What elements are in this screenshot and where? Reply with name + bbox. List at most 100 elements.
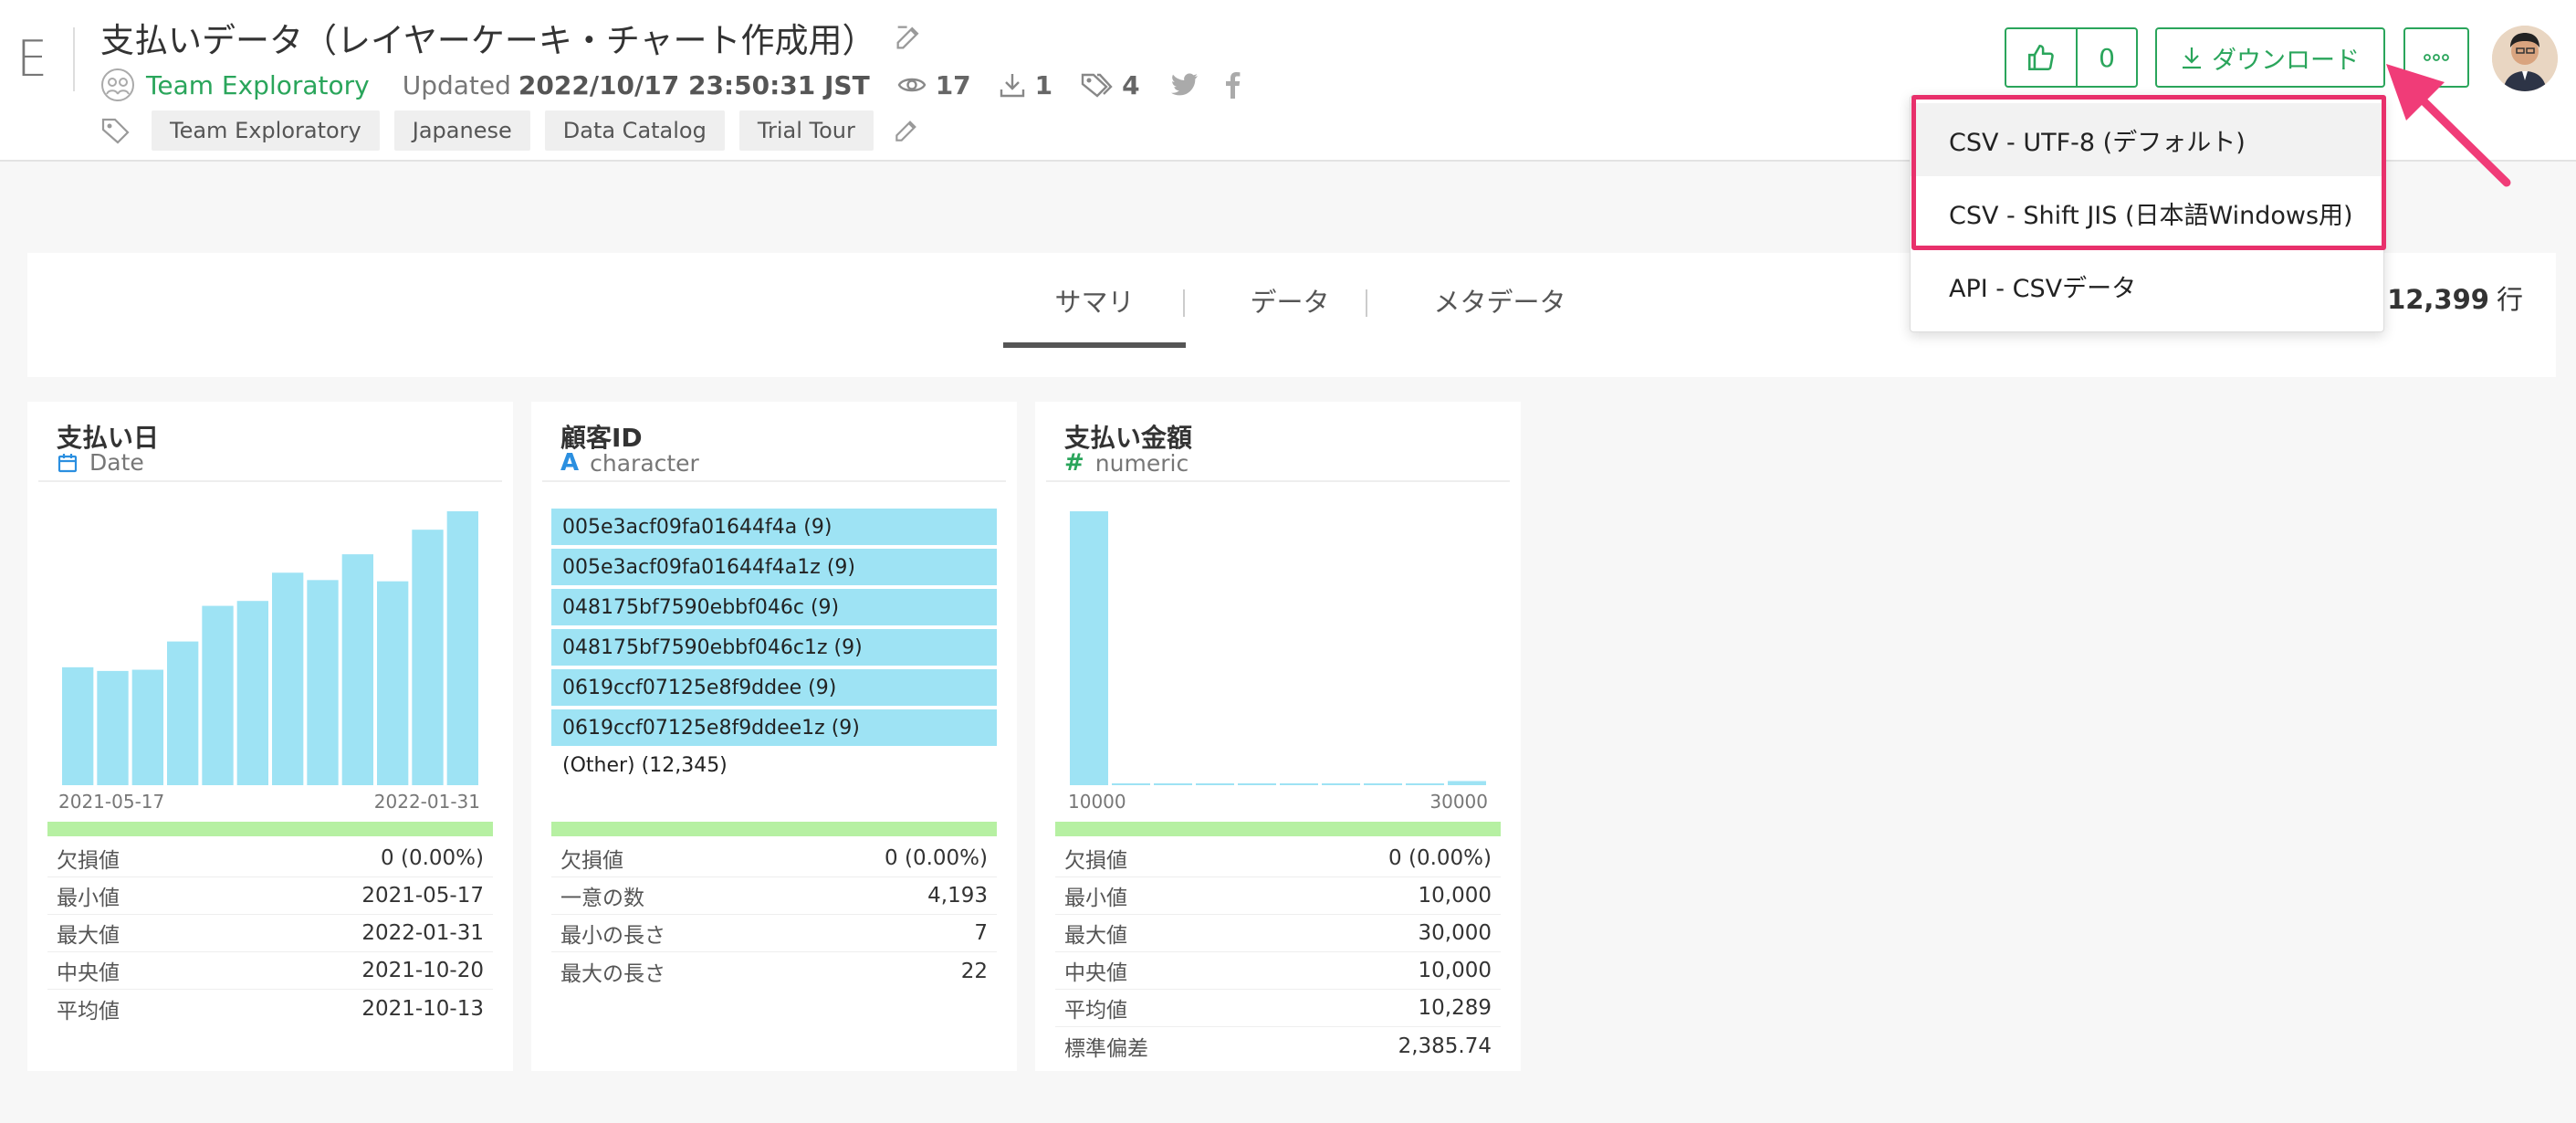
menu-item-csv-utf8[interactable]: CSV - UTF-8 (デフォルト) (1911, 103, 2383, 176)
stat-row: 最小値 2021-05-17 (47, 877, 493, 915)
tab-summary[interactable]: サマリ (1003, 253, 1186, 348)
twitter-icon[interactable] (1170, 73, 1199, 97)
top-value-bar[interactable]: 048175bf7590ebbf046c1z (9) (551, 629, 997, 666)
other-values: (Other) (12,345) (562, 754, 728, 777)
views-stat: 17 (897, 70, 971, 100)
download-dropdown-menu: CSV - UTF-8 (デフォルト) CSV - Shift JIS (日本語… (1910, 95, 2384, 332)
annotation-arrow (2386, 64, 2511, 187)
like-group: 0 (2005, 27, 2138, 88)
like-button[interactable] (2006, 29, 2078, 86)
downloads-count: 1 (1034, 69, 1053, 100)
download-button[interactable]: ダウンロード (2155, 27, 2385, 88)
histogram-bar[interactable] (167, 641, 199, 785)
completeness-bar (551, 822, 997, 836)
tags-row: Team Exploratory Japanese Data Catalog T… (100, 110, 921, 151)
completeness-bar (47, 822, 493, 836)
stat-row: 欠損値 0 (0.00%) (47, 840, 493, 877)
download-count-icon (1000, 74, 1024, 98)
tag-chip[interactable]: Trial Tour (738, 110, 874, 151)
histogram-bar[interactable] (1364, 783, 1402, 785)
histogram-bar[interactable] (1154, 783, 1192, 785)
eye-icon (897, 78, 927, 92)
stat-row: 最小の長さ 7 (551, 915, 997, 952)
histogram-bar[interactable] (307, 580, 339, 785)
tags-count: 4 (1122, 69, 1140, 100)
stats-table: 欠損値 0 (0.00%) 一意の数 4,193 最小の長さ 7 最大の長さ 22 (551, 840, 997, 990)
column-card-customer-id: 顧客ID A character 005e3acf09fa01644f4a (9… (531, 402, 1017, 1071)
histogram-bar[interactable] (1196, 783, 1234, 785)
download-label: ダウンロード (2212, 46, 2360, 75)
downloads-stat: 1 (999, 70, 1052, 100)
top-value-bar[interactable]: 048175bf7590ebbf046c (9) (551, 589, 997, 625)
stat-row: 標準偏差 2,385.74 (1064, 1034, 1492, 1061)
histogram-bar[interactable] (131, 669, 163, 785)
edit-tags-icon[interactable] (892, 116, 921, 145)
x-axis-min-label: 2021-05-17 (58, 791, 165, 813)
edit-title-icon[interactable] (893, 22, 924, 53)
histogram-bar[interactable] (272, 572, 304, 785)
stat-row: 一意の数 4,193 (551, 877, 997, 915)
stat-row: 平均値 2021-10-13 (57, 996, 484, 1023)
stat-row: 最大の長さ 22 (560, 959, 988, 986)
histogram-bar[interactable] (446, 511, 478, 785)
histogram-bar[interactable] (97, 670, 129, 785)
top-value-bar[interactable]: 005e3acf09fa01644f4a (9) (551, 509, 997, 545)
app-logo[interactable]: E (16, 27, 75, 91)
tags-stat: 4 (1080, 69, 1140, 100)
updated-label: Updated 2022/10/17 23:50:31 JST (402, 69, 870, 100)
meta-row: Team Exploratory Updated 2022/10/17 23:50… (100, 66, 1241, 104)
team-icon (100, 68, 135, 102)
column-card-payment-amount: 支払い金額 # numeric 10000 30000 欠損値 0 (0.00%)… (1035, 402, 1521, 1071)
page-title: 支払いデータ（レイヤーケーキ・チャート作成用） (100, 21, 876, 60)
histogram-payment-date[interactable] (27, 402, 513, 803)
histogram-bar[interactable] (1070, 511, 1108, 785)
tab-data[interactable]: データ (1185, 253, 1395, 348)
social-links (1170, 71, 1241, 99)
x-axis-max-label: 2022-01-31 (373, 791, 480, 813)
stat-row: 最大値 2022-01-31 (47, 915, 493, 952)
team-link[interactable]: Team Exploratory (146, 70, 370, 100)
column-card-payment-date: 支払い日 Date 2021-05-17 2022-01-31 欠損値 0 (0.… (27, 402, 513, 1071)
tab-metadata[interactable]: メタデータ (1367, 253, 1632, 348)
top-value-bar[interactable]: 005e3acf09fa01644f4a1z (9) (551, 549, 997, 585)
tag-chip[interactable]: Data Catalog (544, 110, 725, 151)
histogram-bar[interactable] (341, 554, 373, 785)
histogram-bar[interactable] (62, 666, 94, 785)
download-icon (2183, 47, 2201, 69)
histogram-bar[interactable] (1112, 783, 1150, 785)
histogram-bar[interactable] (1406, 783, 1444, 785)
text-type-icon: A (560, 449, 580, 477)
x-axis-max-label: 30000 (1429, 791, 1488, 813)
stat-row: 中央値 10,000 (1055, 952, 1501, 990)
facebook-icon[interactable] (1225, 71, 1241, 99)
stats-table: 欠損値 0 (0.00%) 最小値 2021-05-17 最大値 2022-01-31… (47, 840, 493, 1027)
menu-item-csv-shift-jis[interactable]: CSV - Shift JIS (日本語Windows用) (1911, 176, 2383, 249)
stat-row: 中央値 2021-10-20 (47, 952, 493, 990)
tags-count-icon (1081, 73, 1113, 98)
tag-icon (101, 118, 130, 144)
divider (542, 480, 1006, 482)
stat-row: 最大値 30,000 (1055, 915, 1501, 952)
histogram-bar[interactable] (1280, 783, 1318, 785)
histogram-bar[interactable] (202, 605, 234, 785)
tag-chip[interactable]: Japanese (393, 110, 530, 151)
stat-row: 最小値 10,000 (1055, 877, 1501, 915)
histogram-bar[interactable] (412, 530, 444, 785)
histogram-bar[interactable] (1238, 783, 1276, 785)
stats-table: 欠損値 0 (0.00%) 最小値 10,000 最大値 30,000 中央値 10,0… (1055, 840, 1501, 1065)
histogram-bar[interactable] (1322, 783, 1360, 785)
histogram-bar[interactable] (236, 601, 268, 785)
updated-value: 2022/10/17 23:50:31 JST (518, 69, 870, 100)
x-axis-min-label: 10000 (1068, 791, 1126, 813)
top-value-bar[interactable]: 0619ccf07125e8f9ddee1z (9) (551, 709, 997, 746)
histogram-bar[interactable] (377, 581, 409, 785)
tag-chip[interactable]: Team Exploratory (152, 110, 380, 151)
stat-row: 欠損値 0 (0.00%) (551, 840, 997, 877)
top-value-bar[interactable]: 0619ccf07125e8f9ddee (9) (551, 669, 997, 706)
histogram-payment-amount[interactable] (1035, 402, 1521, 803)
thumbs-up-icon (2027, 44, 2054, 71)
histogram-bar[interactable] (1448, 781, 1486, 785)
menu-item-api-csv[interactable]: API - CSVデータ (1911, 249, 2383, 322)
stat-row: 欠損値 0 (0.00%) (1055, 840, 1501, 877)
completeness-bar (1055, 822, 1501, 836)
